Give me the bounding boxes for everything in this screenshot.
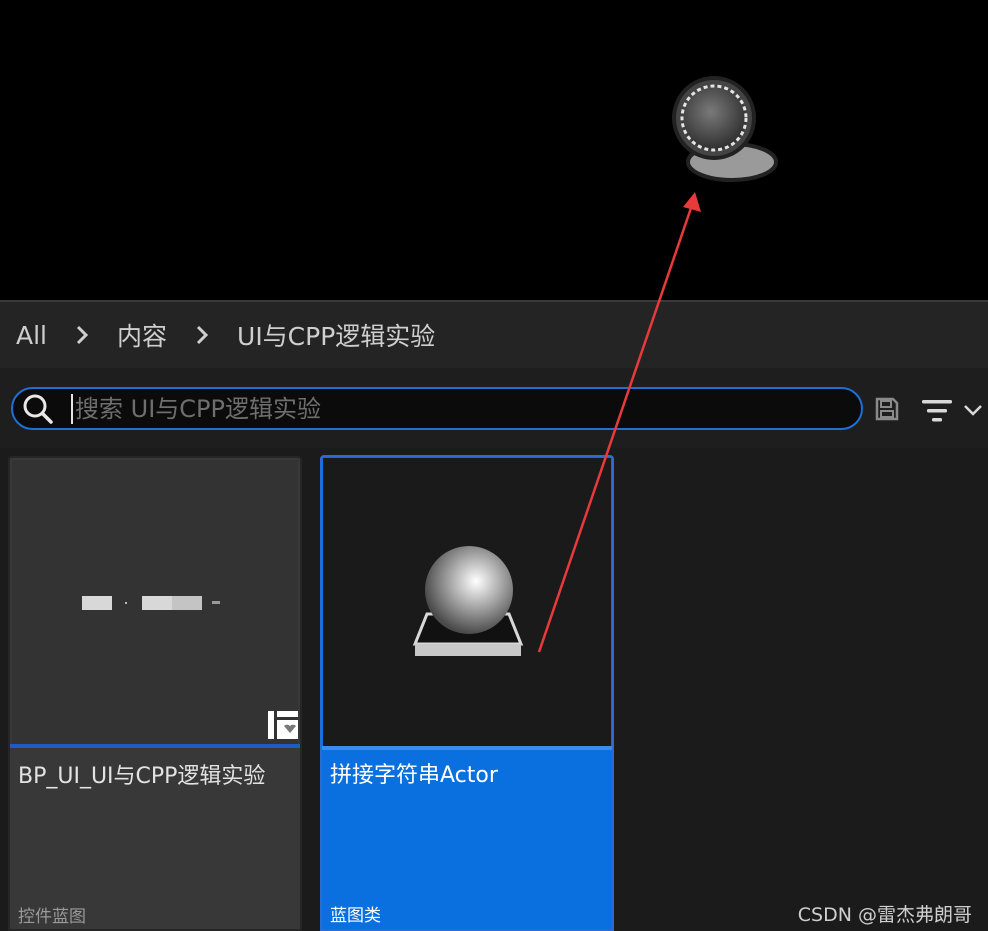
- asset-name: 拼接字符串Actor: [330, 763, 498, 788]
- breadcrumb-item-all[interactable]: All: [16, 321, 47, 350]
- widget-blueprint-icon: [268, 711, 300, 739]
- breadcrumb: All 内容 UI与CPP逻辑实验: [0, 302, 988, 368]
- asset-thumbnail: [12, 460, 300, 744]
- search-box[interactable]: [11, 387, 863, 430]
- filter-icon[interactable]: [921, 398, 953, 424]
- asset-name: BP_UI_UI与CPP逻辑实验: [18, 764, 266, 789]
- asset-type-bar: [322, 746, 612, 750]
- asset-type-label: 蓝图类: [330, 906, 381, 926]
- search-icon: [23, 394, 53, 424]
- chevron-right-icon[interactable]: [191, 324, 213, 346]
- search-input[interactable]: [73, 394, 861, 423]
- asset-type-label: 控件蓝图: [18, 907, 86, 927]
- watermark: CSDN @雷杰弗朗哥: [797, 904, 972, 926]
- asset-type-bar: [10, 744, 300, 748]
- asset-tile-blueprint-class[interactable]: 拼接字符串Actor 蓝图类: [320, 455, 614, 931]
- breadcrumb-item-folder[interactable]: UI与CPP逻辑实验: [237, 317, 435, 353]
- widget-blueprint-preview: [82, 596, 300, 739]
- asset-thumbnail: [323, 458, 611, 746]
- chevron-down-icon[interactable]: [962, 402, 984, 418]
- breadcrumb-item-content[interactable]: 内容: [117, 317, 167, 353]
- asset-tile-widget-blueprint[interactable]: BP_UI_UI与CPP逻辑实验 控件蓝图: [8, 456, 302, 931]
- sphere-actor-preview: [412, 546, 524, 656]
- viewport[interactable]: [0, 0, 988, 300]
- save-icon[interactable]: [874, 396, 900, 422]
- chevron-right-icon[interactable]: [71, 324, 93, 346]
- actor-placeholder-icon[interactable]: [668, 74, 784, 186]
